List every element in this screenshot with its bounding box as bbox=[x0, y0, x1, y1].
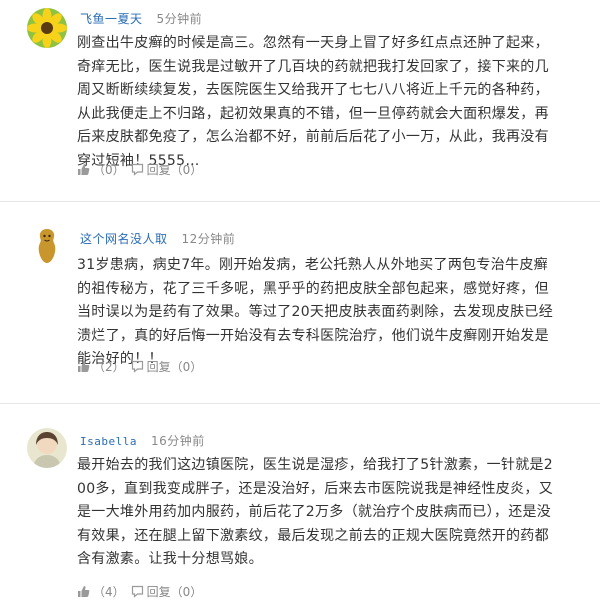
avatar[interactable] bbox=[27, 428, 67, 468]
comment-time: 12分钟前 bbox=[181, 232, 236, 246]
username-text[interactable]: Isabella bbox=[80, 435, 137, 448]
comment-username[interactable]: 这个网名没人取 12分钟前 bbox=[80, 230, 235, 247]
comment-username[interactable]: Isabella 16分钟前 bbox=[80, 432, 205, 449]
reply-label: 回复（0） bbox=[146, 163, 203, 177]
reply-bubble-icon bbox=[131, 163, 143, 176]
comment-time: 16分钟前 bbox=[150, 434, 205, 448]
reply-button[interactable]: 回复（0） bbox=[131, 161, 203, 178]
comment-text: 刚查出牛皮癣的时候是高三。忽然有一天身上冒了好多红点点还肿了起来，奇痒无比，医生… bbox=[77, 35, 549, 169]
sunflower-avatar-icon bbox=[27, 8, 67, 48]
thumbs-up-icon bbox=[78, 164, 90, 175]
like-button[interactable]: （2） bbox=[77, 358, 125, 375]
comment-item: Isabella 16分钟前 最开始去的我们这边镇医院，医生说是湿疹，给我打了5针… bbox=[0, 404, 600, 602]
comment-username[interactable]: 飞鱼一夏天 5分钟前 bbox=[80, 10, 202, 27]
reply-label: 回复（0） bbox=[146, 585, 203, 599]
reply-bubble-icon bbox=[131, 360, 143, 373]
avatar[interactable] bbox=[27, 226, 67, 266]
comment-time: 5分钟前 bbox=[156, 12, 203, 26]
reply-bubble-icon bbox=[131, 585, 143, 598]
comment-text: 最开始去的我们这边镇医院，医生说是湿疹，给我打了5针激素，一针就是200多，直到… bbox=[77, 457, 554, 567]
comment-item: 这个网名没人取 12分钟前 31岁患病，病史7年。刚开始发病，老公托熟人从外地买了… bbox=[0, 202, 600, 402]
girl-avatar-icon bbox=[27, 428, 67, 468]
comment-item: 飞鱼一夏天 5分钟前 刚查出牛皮癣的时候是高三。忽然有一天身上冒了好多红点点还肿了… bbox=[0, 0, 600, 200]
comment-text: 31岁患病，病史7年。刚开始发病，老公托熟人从外地买了两包专治牛皮癣的祖传秘方，… bbox=[77, 257, 554, 367]
like-count: （4） bbox=[93, 585, 125, 599]
username-text[interactable]: 这个网名没人取 bbox=[80, 232, 168, 246]
avatar[interactable] bbox=[27, 8, 67, 48]
comment-actions: （2） 回复（0） bbox=[77, 358, 202, 375]
comment-actions: （4） 回复（0） bbox=[77, 583, 202, 600]
username-text[interactable]: 飞鱼一夏天 bbox=[80, 12, 143, 26]
like-button[interactable]: （0） bbox=[77, 161, 125, 178]
thumbs-up-icon bbox=[78, 361, 90, 372]
reply-button[interactable]: 回复（0） bbox=[131, 583, 203, 600]
reply-button[interactable]: 回复（0） bbox=[131, 358, 203, 375]
thumbs-up-icon bbox=[78, 586, 90, 597]
comment-actions: （0） 回复（0） bbox=[77, 161, 202, 178]
like-button[interactable]: （4） bbox=[77, 583, 125, 600]
peanut-avatar-icon bbox=[27, 226, 67, 266]
reply-label: 回复（0） bbox=[146, 360, 203, 374]
like-count: （2） bbox=[93, 360, 125, 374]
like-count: （0） bbox=[93, 163, 125, 177]
